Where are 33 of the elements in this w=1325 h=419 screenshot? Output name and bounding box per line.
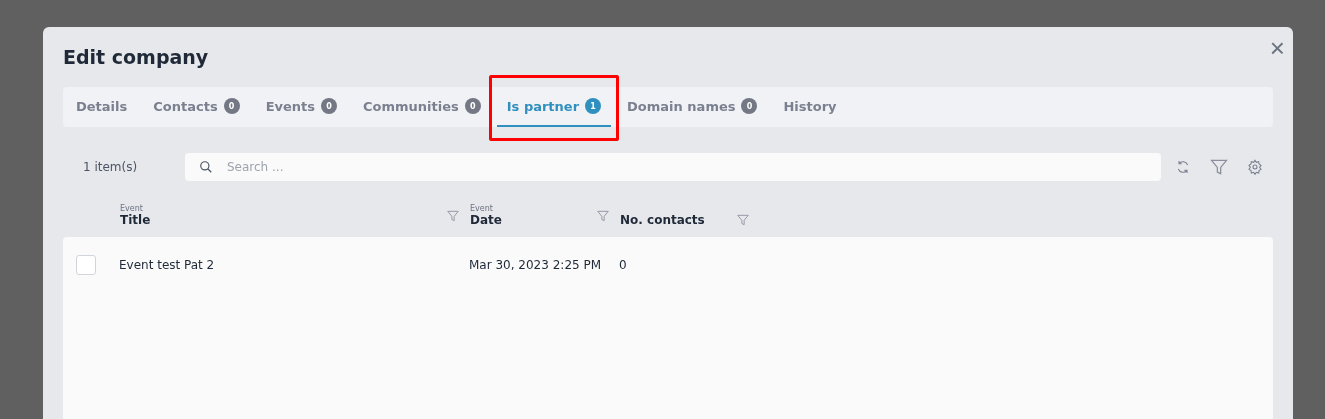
- refresh-button[interactable]: [1175, 159, 1191, 175]
- search-field[interactable]: Search ...: [185, 153, 1161, 181]
- column-group-label: Event: [120, 204, 144, 213]
- filter-icon[interactable]: [446, 208, 460, 223]
- count-badge: 0: [464, 98, 481, 114]
- settings-button[interactable]: [1247, 159, 1263, 175]
- column-header: Title: [120, 213, 151, 227]
- table-cell-text: 0: [619, 258, 628, 272]
- column-header: Date: [470, 213, 502, 227]
- count-badge: 0: [321, 98, 337, 114]
- tab[interactable]: Events 0: [255, 87, 347, 127]
- filter-icon[interactable]: [736, 213, 750, 227]
- row-checkbox[interactable]: [76, 255, 96, 275]
- item-count: 1 item(s): [82, 160, 139, 174]
- filter-icon[interactable]: [1209, 157, 1229, 177]
- dialog-title: Edit company: [63, 46, 209, 68]
- count-badge: 0: [223, 98, 240, 114]
- search-input[interactable]: Search ...: [225, 159, 1147, 175]
- count-badge: 0: [741, 98, 758, 114]
- table-cell-text: Mar 30, 2023 2:25 PM: [469, 258, 603, 272]
- column-header: No. contacts: [620, 213, 705, 227]
- close-button[interactable]: ×: [1269, 35, 1285, 61]
- tab[interactable]: History: [773, 87, 847, 127]
- tab[interactable]: Communities 0: [353, 87, 491, 127]
- search-icon: [199, 160, 213, 174]
- tab[interactable]: Is partner 1: [496, 87, 612, 127]
- filter-icon[interactable]: [596, 208, 610, 223]
- tab[interactable]: Contacts 0: [143, 87, 250, 127]
- count-badge: 1: [585, 98, 602, 114]
- table-cell-text: Event test Pat 2: [119, 258, 216, 272]
- tab[interactable]: Details: [66, 87, 138, 127]
- tab[interactable]: Domain names 0: [617, 87, 768, 127]
- column-group-label: Event: [470, 204, 494, 213]
